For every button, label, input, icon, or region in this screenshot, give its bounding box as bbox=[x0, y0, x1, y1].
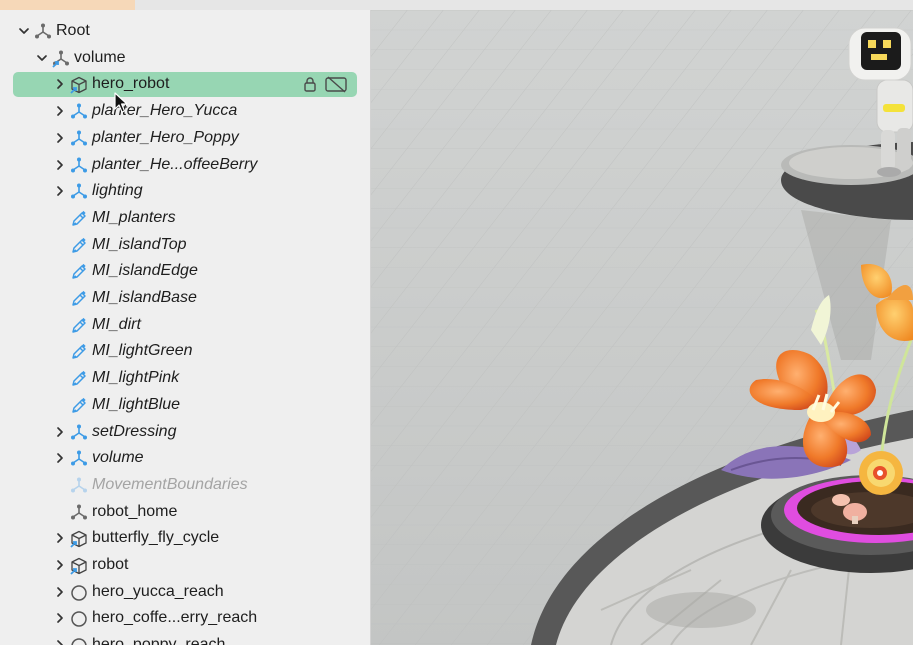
chevron-right-icon[interactable] bbox=[54, 185, 66, 197]
material-icon bbox=[72, 344, 86, 360]
transform-icon bbox=[71, 477, 87, 493]
outline-item-label: MovementBoundaries bbox=[92, 475, 248, 493]
outline-item-label: robot_home bbox=[92, 502, 178, 520]
outline-row[interactable]: MI_islandTop bbox=[0, 233, 370, 259]
outline-item-label: volume bbox=[92, 449, 144, 467]
transform-icon bbox=[35, 23, 51, 39]
material-icon bbox=[72, 317, 86, 333]
lock-icon[interactable] bbox=[302, 76, 318, 93]
material-icon bbox=[72, 264, 86, 280]
animation-icon bbox=[71, 611, 87, 628]
material-icon bbox=[72, 290, 86, 306]
transform-icon bbox=[71, 183, 87, 199]
outline-row[interactable]: Root bbox=[0, 19, 370, 45]
material-icon bbox=[72, 210, 86, 226]
mouse-cursor-icon bbox=[114, 92, 128, 113]
outline-item-label: hero_yucca_reach bbox=[92, 582, 224, 600]
animation-icon bbox=[71, 638, 87, 645]
outline-row[interactable]: planter_Hero_Poppy bbox=[0, 126, 370, 152]
chevron-down-icon[interactable] bbox=[18, 25, 30, 37]
transform-icon bbox=[71, 504, 87, 520]
outline-row[interactable]: MI_islandBase bbox=[0, 286, 370, 312]
outline-row[interactable]: MI_lightBlue bbox=[0, 393, 370, 419]
outline-item-label: MI_planters bbox=[92, 208, 176, 226]
outline-item-label: hero_coffe...erry_reach bbox=[92, 609, 258, 627]
animation-icon bbox=[71, 584, 87, 601]
outline-row[interactable]: hero_poppy_reach bbox=[0, 633, 370, 645]
chevron-right-icon[interactable] bbox=[54, 586, 66, 598]
scene-outline-panel[interactable]: Root volume hero_robot planter_Hero_Yuccapl… bbox=[0, 10, 371, 645]
outline-item-label: volume bbox=[74, 48, 126, 66]
chevron-right-icon[interactable] bbox=[54, 452, 66, 464]
chevron-right-icon[interactable] bbox=[54, 132, 66, 144]
outline-item-label: planter_He...offeeBerry bbox=[92, 155, 258, 173]
scene-render bbox=[371, 10, 913, 645]
outline-row[interactable]: planter_Hero_Yucca bbox=[0, 99, 370, 125]
outline-item-label: MI_lightBlue bbox=[92, 395, 181, 413]
chevron-right-icon[interactable] bbox=[54, 559, 66, 571]
chevron-right-icon[interactable] bbox=[54, 78, 66, 90]
top-bar bbox=[0, 0, 913, 10]
outline-item-label: hero_robot bbox=[92, 75, 170, 93]
outline-item-label: MI_islandBase bbox=[92, 289, 197, 306]
outline-item-label: butterfly_fly_cycle bbox=[92, 529, 220, 547]
outline-row[interactable]: MI_islandEdge bbox=[0, 259, 370, 285]
outline-item-label: MI_dirt bbox=[92, 315, 141, 333]
outline-row[interactable]: setDressing bbox=[0, 420, 370, 446]
outline-row[interactable]: MI_lightPink bbox=[0, 366, 370, 392]
outline-row[interactable]: MovementBoundaries bbox=[0, 473, 370, 499]
model-link-icon bbox=[70, 557, 87, 575]
material-icon bbox=[72, 397, 86, 413]
outline-item-label: MI_islandEdge bbox=[92, 262, 198, 280]
active-tab-indicator[interactable] bbox=[0, 0, 135, 10]
outline-row[interactable]: hero_coffe...erry_reach bbox=[0, 606, 370, 632]
chevron-right-icon[interactable] bbox=[54, 159, 66, 171]
outline-row[interactable]: volume bbox=[0, 446, 370, 472]
outline-item-label: MI_lightPink bbox=[92, 369, 180, 387]
chevron-right-icon[interactable] bbox=[54, 532, 66, 544]
outline-row[interactable]: planter_He...offeeBerry bbox=[0, 153, 370, 179]
outline-row[interactable]: robot_home bbox=[0, 500, 370, 526]
material-icon bbox=[72, 370, 86, 386]
outline-item-label: MI_islandTop bbox=[92, 235, 187, 253]
model-link-icon bbox=[70, 77, 87, 95]
visibility-off-icon[interactable] bbox=[324, 76, 348, 94]
outline-row[interactable]: hero_robot bbox=[0, 72, 370, 98]
outline-item-label: planter_Hero_Poppy bbox=[92, 128, 239, 146]
transform-link-icon bbox=[52, 50, 69, 68]
transform-icon bbox=[71, 130, 87, 146]
outline-item-label: hero_poppy_reach bbox=[92, 636, 226, 645]
chevron-right-icon[interactable] bbox=[54, 426, 66, 438]
outline-row[interactable]: MI_dirt bbox=[0, 313, 370, 339]
outline-item-label: MI_lightGreen bbox=[92, 342, 193, 360]
outline-item-label: robot bbox=[92, 556, 129, 573]
chevron-right-icon[interactable] bbox=[54, 105, 66, 117]
outline-row[interactable]: hero_yucca_reach bbox=[0, 580, 370, 606]
outline-row[interactable]: volume bbox=[0, 46, 370, 72]
outline-row[interactable]: MI_planters bbox=[0, 206, 370, 232]
chevron-down-icon[interactable] bbox=[36, 52, 48, 64]
outline-row[interactable]: butterfly_fly_cycle bbox=[0, 526, 370, 552]
material-icon bbox=[72, 237, 86, 253]
model-link-icon bbox=[70, 531, 87, 548]
outline-row[interactable]: MI_lightGreen bbox=[0, 339, 370, 365]
transform-icon bbox=[71, 157, 87, 172]
transform-icon bbox=[71, 424, 87, 439]
transform-icon bbox=[71, 103, 87, 119]
chevron-right-icon[interactable] bbox=[54, 612, 66, 624]
transform-icon bbox=[71, 450, 87, 466]
outline-item-label: setDressing bbox=[92, 422, 177, 440]
outline-row[interactable]: lighting bbox=[0, 179, 370, 205]
outline-item-label: lighting bbox=[92, 182, 143, 200]
outline-row[interactable]: robot bbox=[0, 553, 370, 579]
outline-item-label: Root bbox=[56, 22, 90, 39]
chevron-right-icon[interactable] bbox=[54, 639, 66, 645]
3d-viewport[interactable] bbox=[371, 10, 913, 645]
